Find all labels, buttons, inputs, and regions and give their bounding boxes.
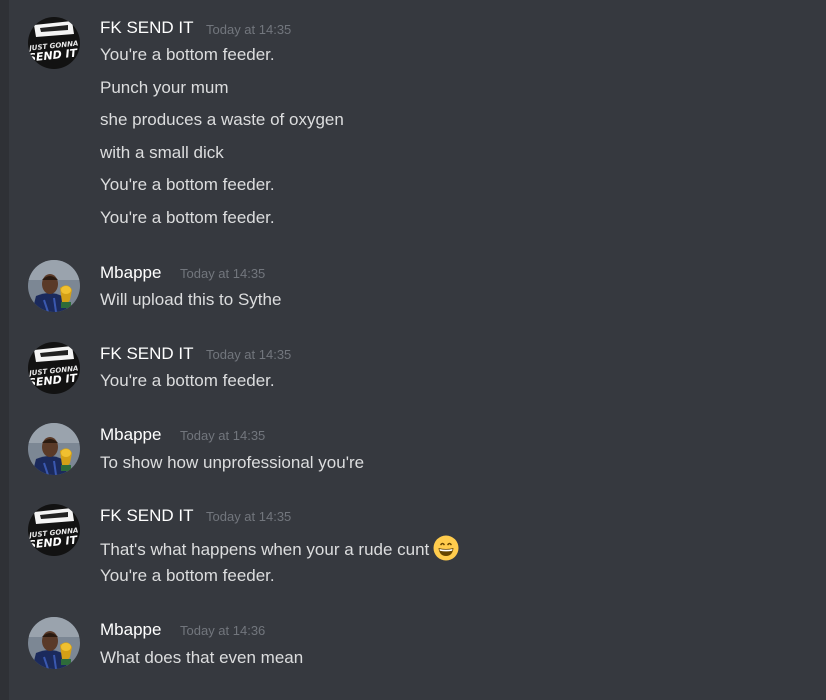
- message-list[interactable]: JUST GONNA SEND IT FK SEND IT Today at 1…: [0, 0, 826, 700]
- message-text: with a small dick: [100, 143, 224, 162]
- username[interactable]: FK SEND IT: [100, 18, 194, 38]
- user-avatar[interactable]: [28, 617, 80, 669]
- message-timestamp: Today at 14:35: [180, 428, 266, 443]
- football-player-trophy-avatar-icon: [28, 617, 80, 669]
- football-player-trophy-avatar-icon: [28, 260, 80, 312]
- message-text: That's what happens when your a rude cun…: [100, 540, 430, 559]
- message-text: You're a bottom feeder.: [100, 175, 275, 194]
- message-text-with-emoji: That's what happens when your a rude cun…: [100, 535, 459, 561]
- just-gonna-send-it-avatar-icon: JUST GONNA SEND IT: [28, 17, 80, 69]
- username[interactable]: Mbappe: [100, 425, 161, 445]
- message-text: To show how unprofessional you're: [100, 453, 365, 472]
- just-gonna-send-it-avatar-icon: JUST GONNA SEND IT: [28, 342, 80, 394]
- user-avatar[interactable]: JUST GONNA SEND IT: [28, 504, 80, 556]
- username[interactable]: Mbappe: [100, 263, 161, 283]
- message-text: You're a bottom feeder.: [100, 566, 275, 585]
- user-avatar[interactable]: [28, 423, 80, 475]
- message-text: Punch your mum: [100, 78, 229, 97]
- message-timestamp: Today at 14:36: [180, 623, 266, 638]
- user-avatar[interactable]: [28, 260, 80, 312]
- message-text: What does that even mean: [100, 648, 304, 667]
- message-text: Will upload this to Sythe: [100, 290, 282, 309]
- username[interactable]: FK SEND IT: [100, 344, 194, 364]
- message-text: You're a bottom feeder.: [100, 371, 275, 390]
- username[interactable]: Mbappe: [100, 620, 161, 640]
- football-player-trophy-avatar-icon: [28, 423, 80, 475]
- user-avatar[interactable]: JUST GONNA SEND IT: [28, 342, 80, 394]
- message-text: You're a bottom feeder.: [100, 45, 275, 64]
- grinning-face-emoji-icon: [433, 535, 459, 561]
- message-text: she produces a waste of oxygen: [100, 110, 344, 129]
- just-gonna-send-it-avatar-icon: JUST GONNA SEND IT: [28, 504, 80, 556]
- message-text: You're a bottom feeder.: [100, 208, 275, 227]
- message-timestamp: Today at 14:35: [180, 266, 266, 281]
- message-timestamp: Today at 14:35: [206, 509, 292, 524]
- user-avatar[interactable]: JUST GONNA SEND IT: [28, 17, 80, 69]
- username[interactable]: FK SEND IT: [100, 506, 194, 526]
- message-timestamp: Today at 14:35: [206, 347, 292, 362]
- message-timestamp: Today at 14:35: [206, 22, 292, 37]
